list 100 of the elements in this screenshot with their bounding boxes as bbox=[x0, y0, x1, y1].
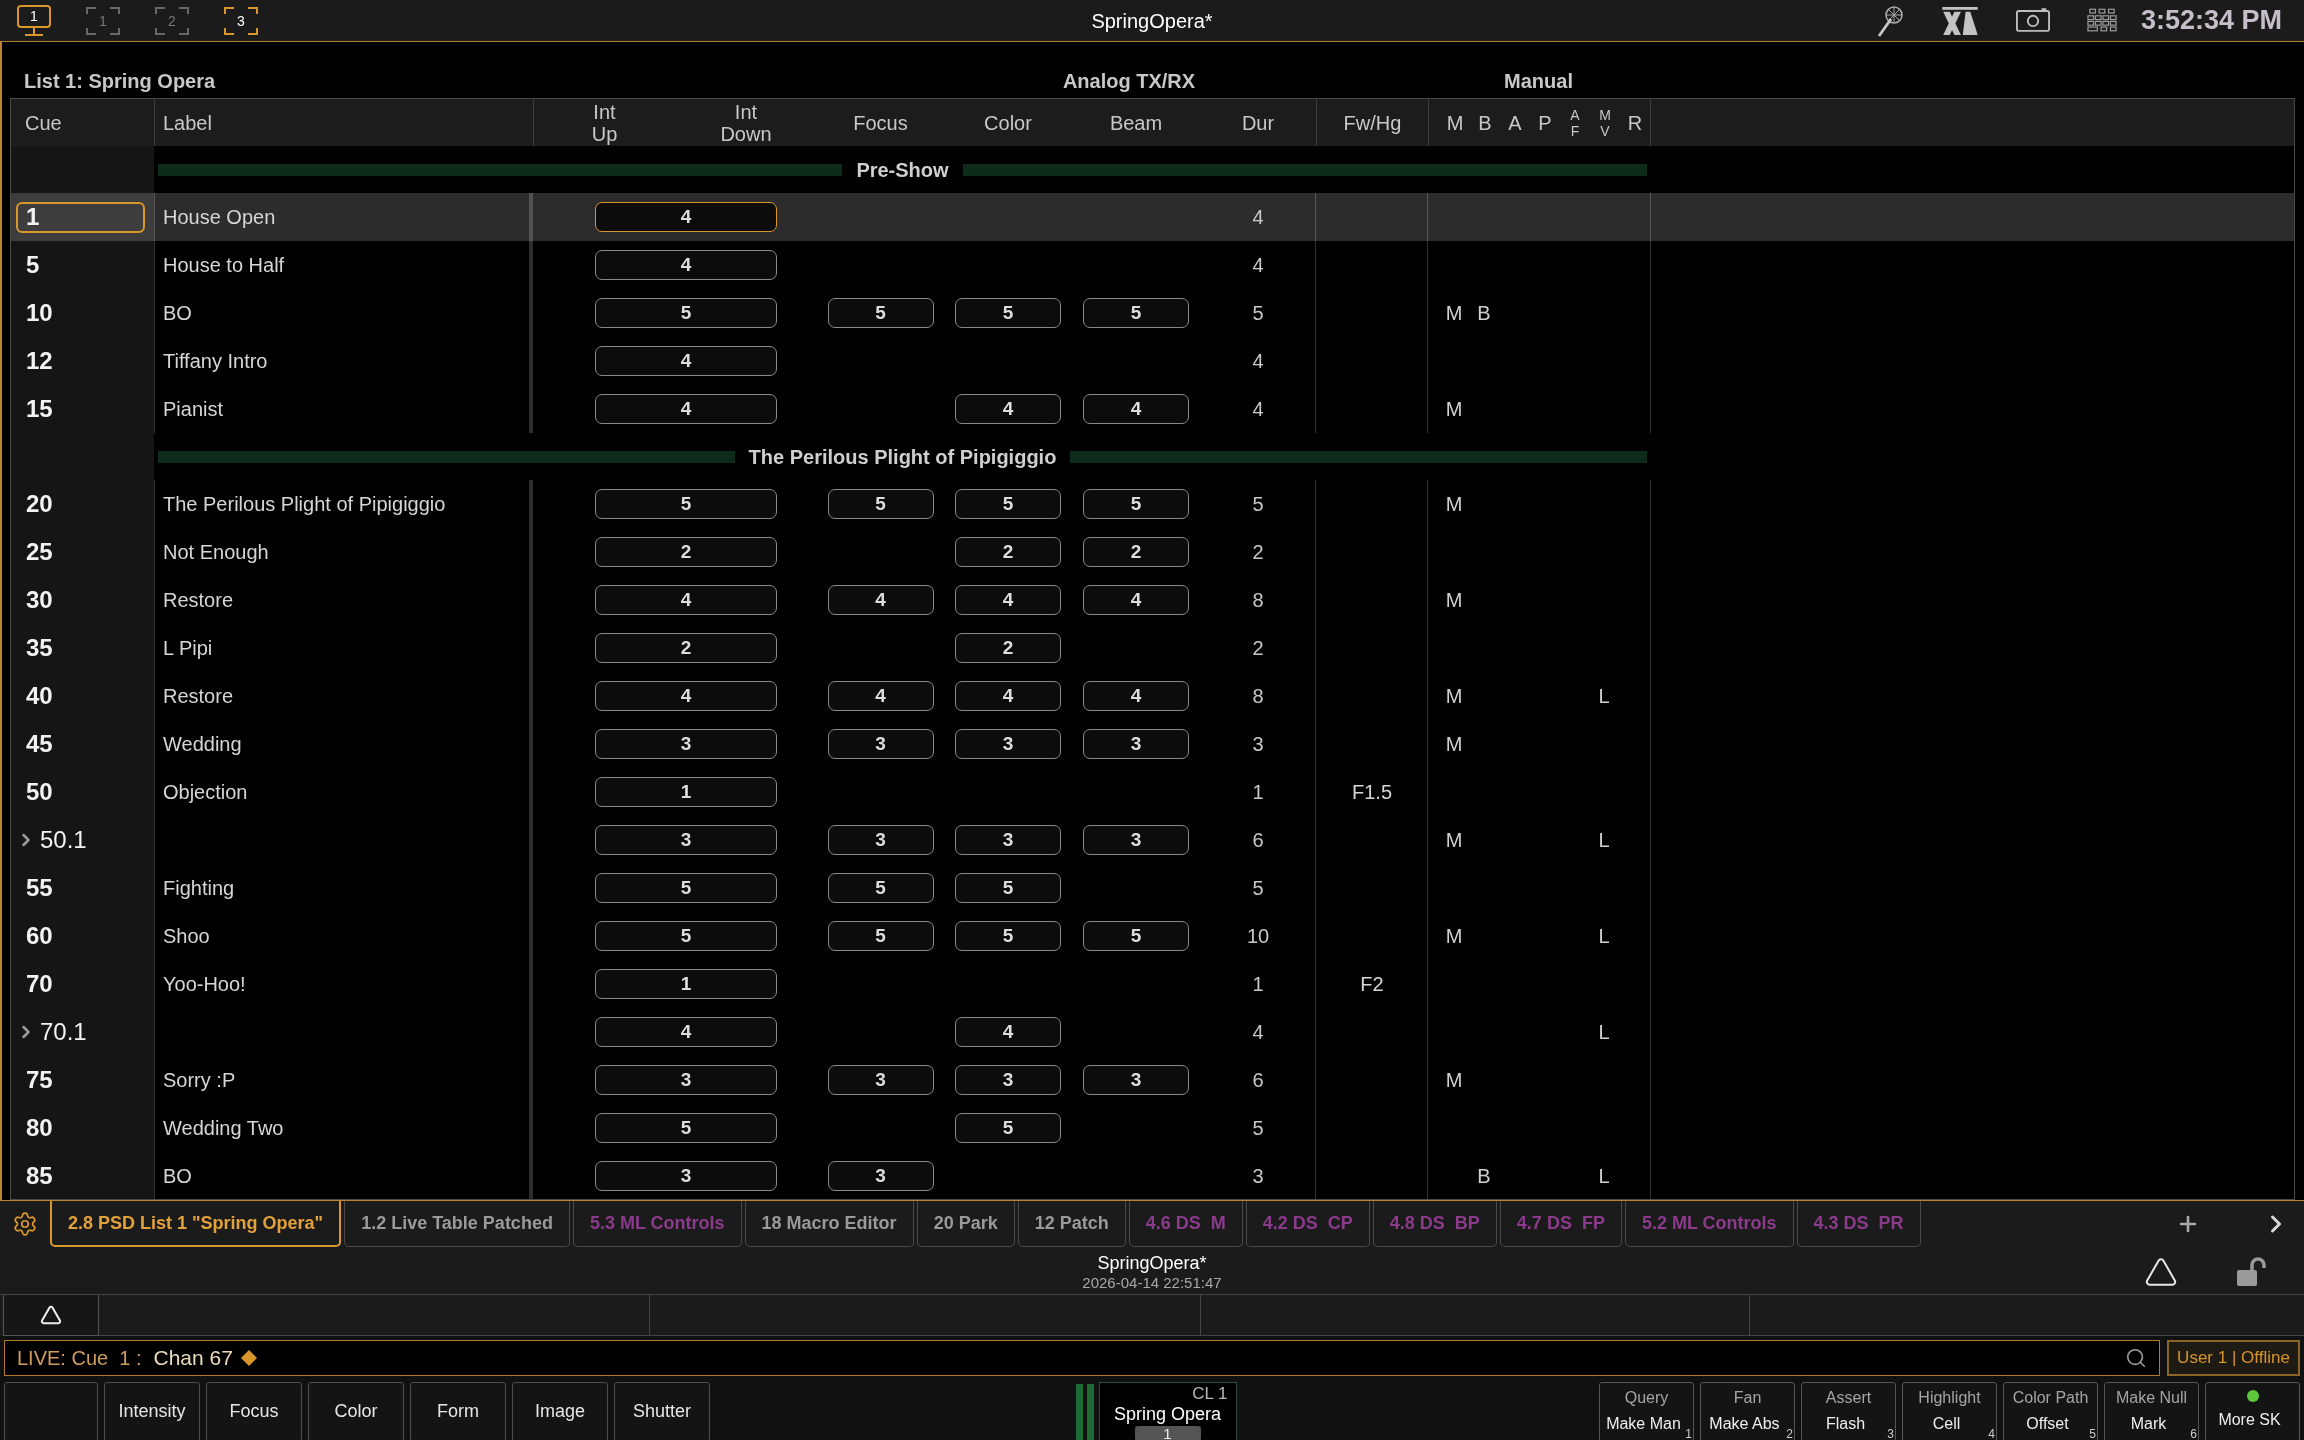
cue-number: 5 bbox=[25, 250, 41, 280]
logo-icon[interactable] bbox=[1940, 6, 1979, 35]
duration: 10 bbox=[1246, 924, 1270, 949]
intensity-time: 3 bbox=[595, 825, 777, 855]
screen-button[interactable]: 1 bbox=[85, 4, 121, 37]
beam-time: 4 bbox=[1083, 681, 1189, 711]
cue-label: Restore bbox=[163, 684, 234, 709]
focus-time: 4 bbox=[827, 585, 934, 615]
duration: 4 bbox=[1252, 205, 1264, 230]
window-title: SpringOpera* bbox=[1091, 8, 1213, 34]
camera-icon[interactable] bbox=[2015, 8, 2050, 33]
cue-number: 45 bbox=[25, 729, 54, 759]
cue-label: Objection bbox=[163, 780, 248, 805]
cue-label: BO bbox=[163, 1164, 192, 1189]
beam-time: 3 bbox=[1083, 1065, 1189, 1095]
cue-label: Wedding bbox=[163, 732, 242, 757]
softkey[interactable]: Color Path Offset 5 bbox=[2003, 1382, 2098, 1440]
user-status[interactable]: User 1 | Offline bbox=[2167, 1340, 2300, 1376]
cue-number: 60 bbox=[25, 921, 54, 951]
screen-button[interactable]: 2 bbox=[154, 4, 190, 37]
screen-button[interactable]: 3 bbox=[223, 4, 259, 37]
focus-time: 3 bbox=[827, 1065, 934, 1095]
search-icon[interactable] bbox=[2125, 1347, 2147, 1369]
softkey[interactable]: Fan Make Abs 2 bbox=[1700, 1382, 1795, 1440]
duration: 8 bbox=[1252, 588, 1264, 613]
cue-label: House Open bbox=[163, 205, 276, 230]
manual-letter: M bbox=[1445, 828, 1463, 853]
duration: 4 bbox=[1252, 349, 1264, 374]
triangle-button[interactable] bbox=[3, 1295, 99, 1336]
intensity-time: 4 bbox=[595, 202, 777, 232]
cue-number: 40 bbox=[25, 681, 54, 711]
softkey[interactable]: Assert Flash 3 bbox=[1801, 1382, 1896, 1440]
parameter-key[interactable]: Focus bbox=[206, 1382, 302, 1440]
cue-label: The Perilous Plight of Pipigiggio bbox=[163, 492, 446, 517]
cue-number: 85 bbox=[25, 1161, 54, 1191]
cue-label: House to Half bbox=[163, 253, 285, 278]
duration: 6 bbox=[1252, 1068, 1264, 1093]
beam-time: 5 bbox=[1083, 298, 1189, 328]
unlocked-padlock-icon[interactable] bbox=[2236, 1256, 2266, 1287]
screen-button[interactable]: 1 bbox=[16, 4, 52, 37]
focus-time: 5 bbox=[827, 921, 934, 951]
triangle-icon bbox=[40, 1304, 62, 1326]
follow-hang: F2 bbox=[1360, 972, 1384, 997]
cue-number: 15 bbox=[25, 394, 54, 424]
column-header: Focus bbox=[853, 111, 908, 134]
softkey[interactable]: Highlight Cell 4 bbox=[1902, 1382, 1997, 1440]
intensity-time: 3 bbox=[595, 1065, 777, 1095]
duration: 2 bbox=[1252, 540, 1264, 565]
cue-label: Sorry :P bbox=[163, 1068, 236, 1093]
focus-time: 3 bbox=[827, 1161, 934, 1191]
duration: 2 bbox=[1252, 636, 1264, 661]
intensity-time: 4 bbox=[595, 681, 777, 711]
column-header: R bbox=[1627, 110, 1643, 136]
column-group-title: Manual bbox=[1504, 70, 1573, 92]
tab[interactable]: 2.8 PSD List 1 "Spring Opera" bbox=[50, 1201, 342, 1247]
duration: 4 bbox=[1252, 397, 1264, 422]
color-time: 4 bbox=[955, 1017, 1061, 1047]
manual-letter: M bbox=[1445, 397, 1463, 422]
manual-letter: M bbox=[1445, 924, 1463, 949]
color-time: 5 bbox=[955, 1113, 1061, 1143]
keypad-icon[interactable] bbox=[2086, 8, 2117, 33]
manual-letter: M bbox=[1445, 588, 1463, 613]
cue-list-widget[interactable]: CL 1 Spring Opera 1 bbox=[1098, 1382, 1237, 1440]
focus-time: 3 bbox=[827, 729, 934, 759]
parameter-key[interactable]: Shutter bbox=[614, 1382, 710, 1440]
softkey[interactable]: More SK bbox=[2205, 1382, 2300, 1440]
manual-letter: L bbox=[1598, 828, 1610, 853]
settings-icon[interactable] bbox=[12, 1211, 38, 1237]
tab[interactable]: 12 Patch bbox=[1017, 1201, 1126, 1247]
manual-letter: M bbox=[1445, 732, 1463, 757]
intensity-time: 2 bbox=[595, 633, 777, 663]
duration: 8 bbox=[1252, 684, 1264, 709]
manual-letter: B bbox=[1477, 1164, 1491, 1189]
manual-letter: M bbox=[1445, 684, 1463, 709]
manual-letter: M bbox=[1445, 492, 1463, 517]
column-header: A bbox=[1508, 110, 1522, 136]
cue-list-name: Spring Opera bbox=[1113, 1405, 1222, 1423]
intensity-time: 1 bbox=[595, 969, 777, 999]
parameter-key[interactable]: Image bbox=[512, 1382, 608, 1440]
duration: 4 bbox=[1252, 1020, 1264, 1045]
parameter-key[interactable]: Form bbox=[410, 1382, 506, 1440]
softkey[interactable]: Make Null Mark 6 bbox=[2104, 1382, 2199, 1440]
cue-label: Yoo-Hoo! bbox=[163, 972, 246, 997]
tab[interactable]: 1.2 Live Table Patched bbox=[344, 1201, 570, 1247]
tab[interactable]: 18 Macro Editor bbox=[744, 1201, 914, 1247]
column-header: P bbox=[1538, 110, 1552, 136]
parameter-key[interactable]: Intensity bbox=[104, 1382, 200, 1440]
softkey[interactable]: Query Make Man 1 bbox=[1599, 1382, 1694, 1440]
cue-number: 75 bbox=[25, 1065, 54, 1095]
color-time: 5 bbox=[955, 489, 1061, 519]
column-header: Dur bbox=[1241, 111, 1275, 134]
column-header: M bbox=[1446, 110, 1464, 136]
beam-time: 5 bbox=[1083, 921, 1189, 951]
cue-label: Fighting bbox=[163, 876, 235, 901]
duration: 5 bbox=[1252, 301, 1264, 326]
tab[interactable]: 20 Park bbox=[916, 1201, 1015, 1247]
column-header: Cue bbox=[25, 111, 62, 134]
intensity-time: 3 bbox=[595, 1161, 777, 1191]
parameter-key[interactable]: Color bbox=[308, 1382, 404, 1440]
cue-label: Wedding Two bbox=[163, 1116, 284, 1141]
